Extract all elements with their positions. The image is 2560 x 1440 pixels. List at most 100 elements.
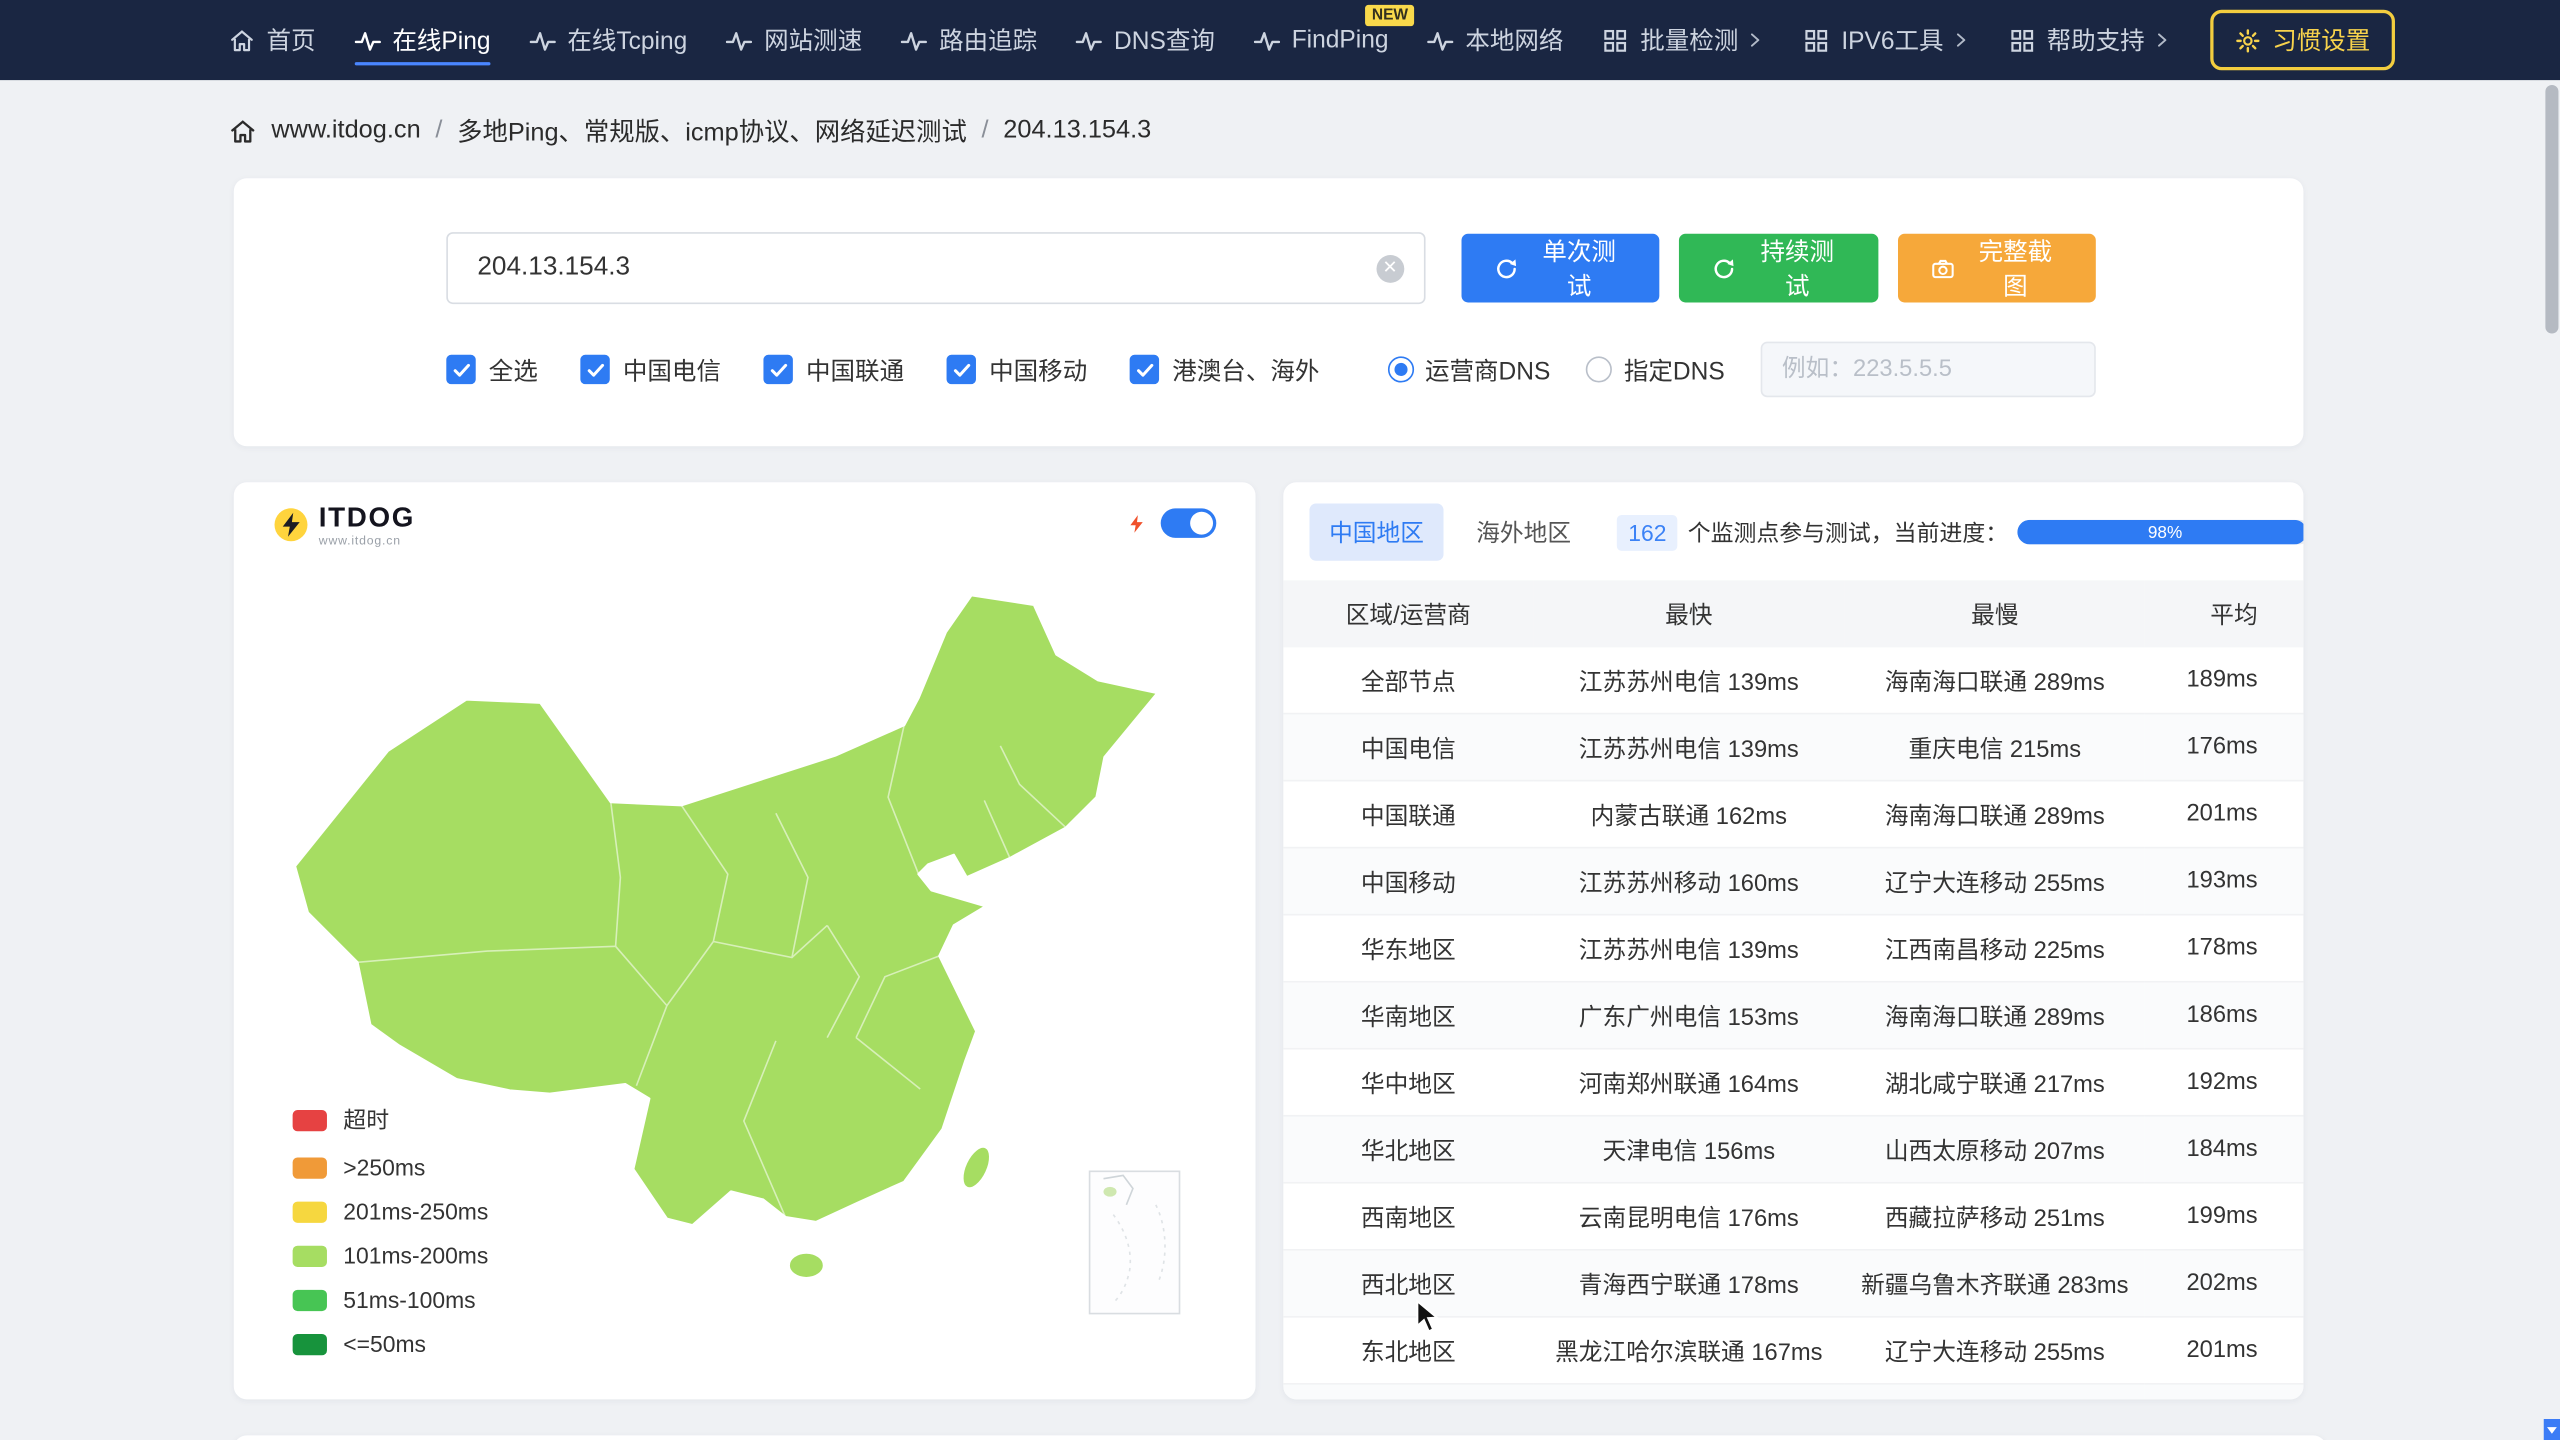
nav-item-online-tcping[interactable]: 在线Tcping	[530, 0, 688, 80]
chevron-right-icon	[1952, 31, 1970, 49]
radio-carrier-dns[interactable]: 运营商DNS	[1387, 352, 1550, 386]
nav-item-label: 帮助支持	[2047, 23, 2145, 57]
radio-circle[interactable]	[1586, 356, 1612, 382]
radio-custom-dns-label: 指定DNS	[1624, 352, 1725, 386]
nav-item-local-network[interactable]: 本地网络	[1428, 0, 1564, 80]
legend-swatch	[293, 1201, 327, 1222]
table-row: 华东地区江苏苏州电信 139ms江西南昌移动 225ms178ms	[1283, 915, 2303, 982]
target-input[interactable]	[474, 252, 1376, 285]
results-card: 中国地区海外地区 162 个监测点参与测试，当前进度： 98% 区域/运营商最快…	[1283, 482, 2303, 1399]
gear-icon	[2235, 27, 2261, 53]
map-toggle-group	[1126, 508, 1216, 537]
table-row: 港澳台中国台湾 151ms中国香港 156ms153ms	[1283, 1384, 2303, 1400]
full-screenshot-button[interactable]: 完整截图	[1897, 234, 2095, 303]
map-card: ITDOG www.itdog.cn	[234, 482, 1256, 1399]
clear-input-icon[interactable]: ✕	[1376, 254, 1404, 282]
breadcrumb-section[interactable]: 多地Ping、常规版、icmp协议、网络延迟测试	[457, 113, 967, 149]
nav-item-batch-check[interactable]: 批量检测	[1603, 0, 1765, 80]
grid-icon	[1804, 27, 1830, 53]
legend-label: 51ms-100ms	[343, 1287, 475, 1313]
next-section-card	[234, 1435, 2327, 1440]
checkbox-box[interactable]	[446, 355, 475, 384]
breadcrumb-separator: /	[982, 116, 989, 145]
activity-icon	[727, 27, 753, 53]
logo-subtitle: www.itdog.cn	[319, 535, 415, 547]
breadcrumb-site[interactable]: www.itdog.cn	[271, 116, 420, 145]
repeat-icon	[1712, 256, 1737, 281]
realtime-toggle[interactable]	[1161, 508, 1217, 537]
settings-button[interactable]: 习惯设置	[2210, 10, 2395, 70]
chevron-right-icon	[1747, 31, 1765, 49]
region-tabs: 中国地区海外地区	[1309, 504, 1571, 561]
custom-dns-input[interactable]	[1761, 342, 2096, 398]
table-cell: 东北地区	[1283, 1317, 1533, 1384]
breadcrumb: www.itdog.cn / 多地Ping、常规版、icmp协议、网络延迟测试 …	[229, 113, 2560, 149]
legend-label: 超时	[343, 1103, 389, 1136]
continuous-test-button[interactable]: 持续测试	[1679, 234, 1877, 303]
table-cell: 山西太原移动 207ms	[1844, 1116, 2145, 1183]
checkbox-all[interactable]: 全选	[446, 352, 538, 386]
checkbox-box[interactable]	[580, 355, 609, 384]
logo-title: ITDOG	[319, 504, 415, 532]
table-row: 西南地区云南昆明电信 176ms西藏拉萨移动 251ms199ms	[1283, 1183, 2303, 1250]
table-cell: 华南地区	[1283, 982, 1533, 1049]
table-cell: 江苏苏州电信 139ms	[1533, 915, 1844, 982]
home-icon	[229, 117, 257, 145]
table-cell: 189ms	[2145, 647, 2303, 713]
scrollbar-thumb[interactable]	[2545, 85, 2558, 333]
results-table-body: 全部节点江苏苏州电信 139ms海南海口联通 289ms189ms中国电信江苏苏…	[1283, 647, 2303, 1399]
nav-item-dns-query[interactable]: DNS查询	[1076, 0, 1214, 80]
tab-overseas-region[interactable]: 海外地区	[1476, 515, 1571, 549]
table-row: 中国电信江苏苏州电信 139ms重庆电信 215ms176ms	[1283, 714, 2303, 781]
single-test-button[interactable]: 单次测试	[1461, 234, 1659, 303]
nav-item-online-ping[interactable]: 在线Ping	[355, 0, 491, 80]
table-row: 华中地区河南郑州联通 164ms湖北咸宁联通 217ms192ms	[1283, 1049, 2303, 1116]
grid-icon	[1603, 27, 1629, 53]
checkbox-box[interactable]	[764, 355, 793, 384]
nav-item-findping[interactable]: FindPingNEW	[1254, 0, 1388, 80]
scrollbar-down-button[interactable]	[2544, 1419, 2560, 1440]
progress-text: 个监测点参与测试，当前进度：	[1688, 516, 2008, 549]
table-cell: 港澳台	[1283, 1384, 1533, 1400]
table-cell: 华中地区	[1283, 1049, 1533, 1116]
checkbox-china-telecom[interactable]: 中国电信	[580, 352, 721, 386]
results-table: 区域/运营商最快最慢平均 全部节点江苏苏州电信 139ms海南海口联通 289m…	[1283, 580, 2303, 1399]
dns-group: 运营商DNS 指定DNS	[1387, 342, 2095, 398]
legend-item: 201ms-250ms	[293, 1198, 489, 1224]
table-cell: 辽宁大连移动 255ms	[1844, 1317, 2145, 1384]
checkbox-china-mobile[interactable]: 中国移动	[947, 352, 1088, 386]
camera-icon	[1930, 256, 1955, 281]
nav-item-help-support[interactable]: 帮助支持	[2009, 0, 2171, 80]
nav-item-ipv6-tools[interactable]: IPV6工具	[1804, 0, 1970, 80]
table-cell: 184ms	[2145, 1116, 2303, 1183]
checkbox-china-unicom[interactable]: 中国联通	[764, 352, 905, 386]
itdog-logo: ITDOG www.itdog.cn	[273, 504, 415, 547]
checkbox-label: 中国联通	[806, 352, 904, 386]
column-header: 最慢	[1844, 580, 2145, 647]
table-cell: 湖北咸宁联通 217ms	[1844, 1049, 2145, 1116]
checkbox-hmt-overseas[interactable]: 港澳台、海外	[1130, 352, 1320, 386]
page-scrollbar	[2544, 0, 2560, 1440]
legend-swatch	[293, 1157, 327, 1178]
nav-item-home[interactable]: 首页	[229, 0, 316, 80]
table-cell: 黑龙江哈尔滨联通 167ms	[1533, 1317, 1844, 1384]
radio-circle[interactable]	[1387, 356, 1413, 382]
table-cell: 青海西宁联通 178ms	[1533, 1250, 1844, 1317]
nav-item-website-speed[interactable]: 网站测速	[727, 0, 863, 80]
table-cell: 华东地区	[1283, 915, 1533, 982]
column-header: 区域/运营商	[1283, 580, 1533, 647]
column-header: 最快	[1533, 580, 1844, 647]
checkbox-box[interactable]	[1130, 355, 1159, 384]
table-cell: 海南海口联通 289ms	[1844, 647, 2145, 713]
radio-custom-dns[interactable]: 指定DNS	[1586, 352, 1724, 386]
tab-china-region[interactable]: 中国地区	[1309, 504, 1443, 561]
legend-swatch	[293, 1289, 327, 1310]
full-screenshot-label: 完整截图	[1968, 234, 2063, 303]
table-row: 华北地区天津电信 156ms山西太原移动 207ms184ms	[1283, 1116, 2303, 1183]
checkbox-box[interactable]	[947, 355, 976, 384]
table-cell: 中国联通	[1283, 781, 1533, 848]
activity-icon	[530, 27, 556, 53]
nav-item-route-trace[interactable]: 路由追踪	[901, 0, 1037, 80]
lightning-logo-icon	[273, 507, 309, 543]
nav-item-label: DNS查询	[1114, 23, 1215, 57]
